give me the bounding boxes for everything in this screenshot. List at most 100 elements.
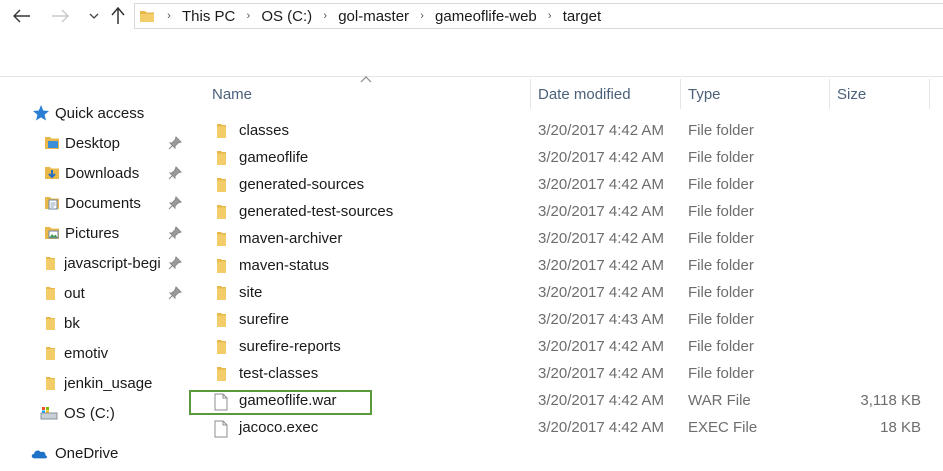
folder-icon [41, 374, 59, 392]
navigation-pane: Quick access Desktop Downloads Documents… [0, 77, 188, 471]
file-row[interactable]: classes 3/20/2017 4:42 AM File folder [189, 118, 943, 145]
file-row[interactable]: generated-sources 3/20/2017 4:42 AM File f… [189, 172, 943, 199]
column-header-date-modified[interactable]: Date modified [538, 77, 631, 111]
file-date-modified: 3/20/2017 4:43 AM [538, 311, 664, 328]
file-name: site [239, 284, 263, 301]
file-type: File folder [688, 203, 754, 220]
breadcrumb-separator-icon[interactable]: › [238, 10, 258, 22]
file-row[interactable]: maven-archiver 3/20/2017 4:42 AM File fold… [189, 226, 943, 253]
up-arrow-icon [111, 7, 125, 24]
folder-icon [213, 312, 229, 328]
file-name: generated-sources [239, 176, 365, 193]
folder-icon [213, 366, 229, 382]
breadcrumb-this-pc[interactable]: This PC [179, 8, 238, 25]
breadcrumb-gameoflife-web[interactable]: gameoflife-web [432, 8, 540, 25]
chevron-down-icon [89, 13, 99, 19]
pictures-icon [43, 224, 61, 242]
sidebar-item-quick-access[interactable]: Quick access [0, 98, 188, 128]
file-type: File folder [688, 365, 754, 382]
breadcrumb-separator-icon[interactable]: › [315, 10, 335, 22]
file-row[interactable]: maven-status 3/20/2017 4:42 AM File folder [189, 253, 943, 280]
breadcrumb-separator-icon[interactable]: › [540, 10, 560, 22]
folder-icon [213, 258, 229, 274]
sidebar-item-emotiv[interactable]: emotiv [0, 338, 188, 368]
file-row[interactable]: test-classes 3/20/2017 4:42 AM File folder [189, 361, 943, 388]
column-divider[interactable] [680, 79, 681, 109]
column-divider[interactable] [929, 79, 930, 109]
forward-button[interactable] [48, 4, 72, 28]
file-date-modified: 3/20/2017 4:42 AM [538, 257, 664, 274]
breadcrumb-target[interactable]: target [560, 8, 604, 25]
column-divider[interactable] [829, 79, 830, 109]
pin-icon[interactable] [168, 136, 182, 150]
sidebar-item-label: javascript-begi [64, 254, 161, 272]
sort-ascending-icon [360, 76, 372, 83]
folder-icon [213, 204, 229, 220]
pin-icon[interactable] [168, 256, 182, 270]
folder-icon [213, 123, 229, 139]
sidebar-item-downloads[interactable]: Downloads [0, 158, 188, 188]
pin-icon[interactable] [168, 226, 182, 240]
file-size: 18 KB [880, 419, 921, 436]
pin-icon[interactable] [168, 286, 182, 300]
breadcrumb-separator-icon[interactable]: › [159, 10, 179, 22]
breadcrumb-separator-icon[interactable]: › [412, 10, 432, 22]
file-row[interactable]: generated-test-sources 3/20/2017 4:42 AM F… [189, 199, 943, 226]
file-row[interactable]: gameoflife 3/20/2017 4:42 AM File folder [189, 145, 943, 172]
sidebar-item-label: out [64, 284, 85, 302]
file-name: maven-status [239, 257, 330, 274]
folder-icon [213, 285, 229, 301]
recent-locations-button[interactable] [82, 4, 106, 28]
file-row[interactable]: surefire 3/20/2017 4:43 AM File folder [189, 307, 943, 334]
navigation-bar: › This PC › OS (C:) › gol-master › gameo… [0, 0, 943, 34]
breadcrumb-drive[interactable]: OS (C:) [258, 8, 315, 25]
sidebar-item-jenkin-usage[interactable]: jenkin_usage [0, 368, 188, 398]
breadcrumb-gol-master[interactable]: gol-master [335, 8, 412, 25]
back-button[interactable] [10, 4, 34, 28]
file-name: gameoflife [239, 149, 309, 166]
sidebar-item-label: jenkin_usage [64, 374, 153, 392]
pin-icon[interactable] [168, 196, 182, 210]
sidebar-item-os-c[interactable]: OS (C:) [0, 398, 188, 428]
pin-icon[interactable] [168, 166, 182, 180]
file-name: classes [239, 122, 290, 139]
cloud-icon [30, 444, 48, 462]
sidebar-item-label: emotiv [64, 344, 109, 362]
sidebar-item-bk[interactable]: bk [0, 308, 188, 338]
sidebar-item-pictures[interactable]: Pictures [0, 218, 188, 248]
up-button[interactable] [106, 4, 130, 28]
sidebar-item-label: Documents [65, 194, 141, 212]
column-header-type[interactable]: Type [688, 77, 721, 111]
file-row[interactable]: surefire-reports 3/20/2017 4:42 AM File fo… [189, 334, 943, 361]
file-list: Name Date modified Type Size classes 3/20… [189, 76, 943, 471]
sidebar-item-documents[interactable]: Documents [0, 188, 188, 218]
address-bar[interactable]: › This PC › OS (C:) › gol-master › gameo… [134, 3, 943, 29]
file-row[interactable]: jacoco.exec 3/20/2017 4:42 AM EXEC File 18 … [189, 415, 943, 442]
file-date-modified: 3/20/2017 4:42 AM [538, 122, 664, 139]
column-divider[interactable] [530, 79, 531, 109]
drive-icon [40, 404, 58, 422]
folder-icon [213, 339, 229, 355]
folder-icon [41, 344, 59, 362]
file-type: File folder [688, 230, 754, 247]
file-name: generated-test-sources [239, 203, 394, 220]
file-type: File folder [688, 122, 754, 139]
file-icon [213, 420, 229, 438]
folder-icon [41, 284, 59, 302]
file-size: 3,118 KB [860, 392, 921, 409]
sidebar-item-javascript-begi[interactable]: javascript-begi [0, 248, 188, 278]
sidebar-item-desktop[interactable]: Desktop [0, 128, 188, 158]
column-header-name[interactable]: Name [212, 77, 252, 111]
file-type: File folder [688, 257, 754, 274]
desktop-icon [43, 134, 61, 152]
file-name: test-classes [239, 365, 319, 382]
file-type: WAR File [688, 392, 751, 409]
file-row[interactable]: site 3/20/2017 4:42 AM File folder [189, 280, 943, 307]
sidebar-item-onedrive[interactable]: OneDrive [0, 438, 188, 468]
column-header-size[interactable]: Size [837, 77, 866, 111]
file-date-modified: 3/20/2017 4:42 AM [538, 230, 664, 247]
file-type: File folder [688, 284, 754, 301]
file-date-modified: 3/20/2017 4:42 AM [538, 176, 664, 193]
file-name: jacoco.exec [239, 419, 319, 436]
sidebar-item-out[interactable]: out [0, 278, 188, 308]
